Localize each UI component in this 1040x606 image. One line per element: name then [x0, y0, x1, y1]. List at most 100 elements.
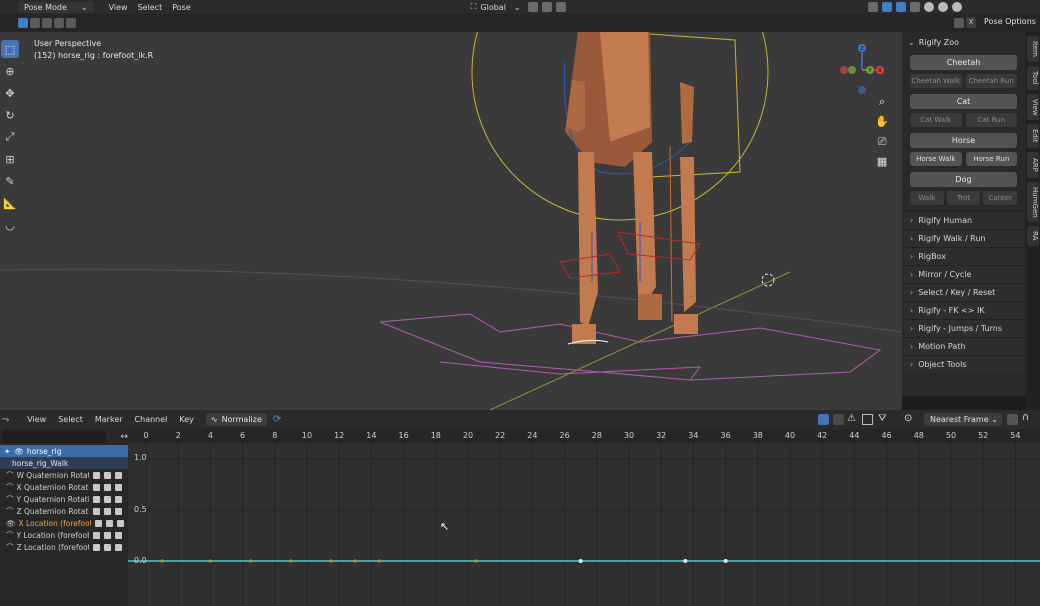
horse-walk-button[interactable]: Horse Walk — [910, 152, 962, 166]
select-intersect-icon[interactable] — [66, 18, 76, 28]
cat-walk-button[interactable]: Cat Walk — [910, 113, 962, 127]
checkbox-icon[interactable] — [105, 519, 113, 527]
tab-arp[interactable]: ARP — [1027, 152, 1039, 178]
select-new-icon[interactable] — [18, 18, 28, 28]
graph-editor-type-icon[interactable]: ⤳ — [2, 415, 9, 425]
overlay-icon[interactable] — [895, 2, 906, 12]
section-rigbox[interactable]: › RigBox — [904, 247, 1024, 265]
lock-icon[interactable] — [116, 519, 124, 527]
show-hidden-icon[interactable] — [833, 414, 844, 425]
section-jumps-turns[interactable]: › Rigify - Jumps / Turns — [904, 319, 1024, 337]
viewport-scene[interactable] — [0, 32, 902, 410]
frame-icon[interactable] — [862, 414, 873, 425]
frame-ruler[interactable]: 0 2 4 6 8 10 12 14 16 18 20 22 24 26 28 30 32 34 36 38 40 42 4… — [128, 429, 1040, 443]
measure-icon[interactable]: 📐 — [1, 194, 19, 212]
curve-canvas[interactable] — [128, 443, 1040, 606]
keyframe-point[interactable] — [474, 559, 478, 563]
camera-icon[interactable]: ⎚ — [874, 134, 890, 150]
dog-canter-button[interactable]: Canter — [983, 191, 1018, 205]
channel-row[interactable]: ⌒ Z Quaternion Rotatio — [0, 505, 128, 517]
menu-select[interactable]: Select — [133, 0, 168, 14]
keyframe-point[interactable] — [683, 559, 688, 563]
channel-row[interactable]: ⌒ X Quaternion Rotatio — [0, 481, 128, 493]
gizmo-neg-z[interactable] — [858, 86, 866, 94]
ge-menu-view[interactable]: View — [21, 415, 52, 424]
checkbox-icon[interactable] — [103, 471, 111, 479]
pan-hand-icon[interactable]: ✋ — [874, 114, 890, 130]
menu-view[interactable]: View — [104, 0, 133, 14]
leg-upper-front-left[interactable] — [566, 80, 585, 132]
channel-row[interactable]: ⌒ Z Location (forefoot_l — [0, 541, 128, 553]
tab-view[interactable]: View — [1027, 94, 1039, 120]
keyframe-point[interactable] — [723, 559, 728, 563]
channel-row-selected[interactable]: 👁 X Location (forefoot_ — [0, 517, 128, 529]
eye-icon[interactable]: 👁 — [14, 447, 24, 456]
shading-material-icon[interactable] — [937, 2, 948, 12]
modifier-icon[interactable] — [92, 483, 100, 491]
shading-solid-icon[interactable] — [923, 2, 934, 12]
pose-options-button[interactable]: Pose Options — [984, 17, 1036, 26]
shading-rendered-icon[interactable] — [951, 2, 962, 12]
ge-menu-channel[interactable]: Channel — [129, 415, 174, 424]
snap-mode-select[interactable]: Nearest Frame ⌄ — [924, 413, 1002, 426]
filter-icon[interactable]: ⛛ — [878, 413, 886, 424]
tab-item[interactable]: Item — [1027, 36, 1039, 62]
only-selected-icon[interactable] — [818, 414, 829, 425]
keyframe-point[interactable] — [377, 559, 382, 563]
grid-view-icon[interactable]: ▦ — [874, 154, 890, 170]
checkbox-icon[interactable] — [103, 507, 111, 515]
lock-icon[interactable] — [114, 471, 122, 479]
gizmo-neg-y[interactable] — [848, 66, 856, 74]
tab-edit[interactable]: Edit — [1027, 124, 1039, 148]
keyframe-point[interactable] — [578, 559, 583, 563]
select-box-icon[interactable]: ⬚ — [1, 40, 19, 58]
modifier-icon[interactable] — [92, 471, 100, 479]
scale-icon[interactable]: ⤢ — [1, 128, 19, 146]
channel-search-input[interactable] — [2, 430, 107, 443]
cheetah-button[interactable]: Cheetah — [910, 55, 1017, 70]
3d-viewport[interactable]: User Perspective (152) horse_rig : foref… — [0, 32, 902, 410]
expand-arrows-icon[interactable]: ↔ — [120, 432, 128, 442]
normalize-toggle[interactable]: ∿ Normalize — [205, 413, 267, 426]
keyframe-point[interactable] — [289, 559, 293, 563]
section-fk-ik[interactable]: › Rigify - FK <> IK — [904, 301, 1024, 319]
modifier-icon[interactable] — [92, 543, 100, 551]
lock-icon[interactable] — [114, 507, 122, 515]
leg-lower-front-right[interactable] — [633, 152, 656, 302]
select-invert-icon[interactable] — [54, 18, 64, 28]
lock-icon[interactable] — [114, 543, 122, 551]
modifier-icon[interactable] — [92, 531, 100, 539]
cat-run-button[interactable]: Cat Run — [965, 113, 1017, 127]
channel-row[interactable]: ⌒ Y Quaternion Rotatio — [0, 493, 128, 505]
rotate-icon[interactable]: ↻ — [1, 106, 19, 124]
keyframe-point[interactable] — [329, 559, 333, 563]
keyframe-point[interactable] — [160, 559, 164, 563]
dog-button[interactable]: Dog — [910, 172, 1017, 187]
proportional-edit-icon[interactable] — [1007, 414, 1018, 425]
section-rigify-walk-run[interactable]: › Rigify Walk / Run — [904, 229, 1024, 247]
modifier-icon[interactable] — [92, 495, 100, 503]
transform-icon[interactable]: ⊞ — [1, 150, 19, 168]
channel-row[interactable]: ⌒ Y Location (forefoot_l — [0, 529, 128, 541]
menu-pose[interactable]: Pose — [167, 0, 196, 14]
dog-trot-button[interactable]: Trot — [946, 191, 981, 205]
section-object-tools[interactable]: › Object Tools — [904, 355, 1024, 373]
horse-button[interactable]: Horse — [910, 133, 1017, 148]
hoof-back[interactable] — [674, 314, 698, 334]
rigify-zoo-header[interactable]: ⌄ Rigify Zoo — [902, 32, 1026, 52]
keyframe-point[interactable] — [208, 559, 212, 563]
ge-menu-select[interactable]: Select — [52, 415, 89, 424]
checkbox-icon[interactable] — [103, 483, 111, 491]
hoof-front-right[interactable] — [638, 294, 662, 320]
transform-orientation[interactable]: ⛶ Global ⌄ — [466, 0, 526, 14]
falloff-icon[interactable]: ∩ — [1022, 412, 1029, 423]
lock-icon[interactable] — [114, 495, 122, 503]
channel-row[interactable]: ⌒W Quaternion Rotatio — [0, 469, 128, 481]
cheetah-run-button[interactable]: Cheetah Run — [965, 74, 1017, 88]
graph-area[interactable]: 0 2 4 6 8 10 12 14 16 18 20 22 24 26 28 30 32 34 36 38 40 42 4… — [128, 429, 1040, 606]
mode-selector[interactable]: Pose Mode ⌄ — [18, 1, 94, 13]
channel-object[interactable]: ✦ 👁 horse_rig — [0, 445, 128, 457]
modifier-icon[interactable] — [92, 507, 100, 515]
ge-menu-marker[interactable]: Marker — [89, 415, 129, 424]
proportional-icon[interactable] — [555, 2, 566, 12]
